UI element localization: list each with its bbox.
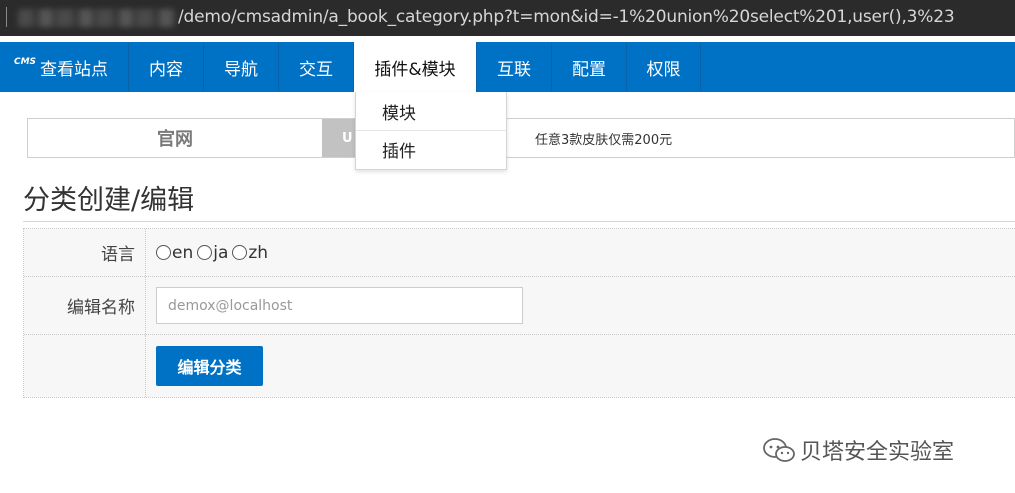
promo-banner[interactable]: 官网 U 任意3款皮肤仅需200元 [27,118,1015,158]
category-name-input[interactable] [156,287,523,324]
radio-ja[interactable]: ja [197,243,228,263]
nav-item-permissions[interactable]: 权限 [627,42,702,92]
edit-category-button[interactable]: 编辑分类 [156,346,263,386]
submit-row: 编辑分类 [24,335,1015,397]
radio-circle-icon[interactable] [197,245,213,260]
wechat-logo-icon [763,438,795,462]
address-bar[interactable]: /demo/cmsadmin/a_book_category.php?t=mon… [0,0,1015,36]
official-site-label[interactable]: 官网 [28,119,322,157]
category-form: 语言 en ja zh 编辑名称 编辑分类 [23,228,1015,398]
radio-ja-label: ja [213,242,229,263]
title-divider [23,221,1015,222]
cms-logo-icon: CMS [14,57,37,67]
language-options: en ja zh [146,229,1015,276]
top-nav: CMS 查看站点 内容 导航 交互 插件&模块 互联 配置 权限 [0,42,1015,92]
radio-en[interactable]: en [156,243,193,263]
nav-item-content[interactable]: 内容 [129,42,205,92]
name-row: 编辑名称 [24,277,1015,335]
language-label: 语言 [24,229,146,276]
name-label: 编辑名称 [24,277,146,334]
empty-label [24,335,146,397]
radio-circle-icon[interactable] [232,245,248,260]
radio-zh-label: zh [248,242,269,263]
plugins-dropdown-menu: 模块 插件 [355,92,507,170]
promo-text[interactable]: 任意3款皮肤仅需200元 [535,119,672,157]
banner-tag: U [322,119,356,157]
nav-item-plugins-modules[interactable]: 插件&模块 [354,42,478,92]
radio-zh[interactable]: zh [232,243,268,263]
language-row: 语言 en ja zh [24,229,1015,277]
url-text[interactable]: /demo/cmsadmin/a_book_category.php?t=mon… [178,7,955,27]
radio-circle-icon[interactable] [156,245,171,260]
wechat-watermark: 贝塔安全实验室 [762,434,954,466]
radio-en-label: en [172,242,194,263]
submit-cell: 编辑分类 [146,335,1015,397]
nav-item-interconnect[interactable]: 互联 [477,42,553,92]
view-site-label: 查看站点 [40,59,109,80]
watermark-text: 贝塔安全实验室 [800,440,955,465]
view-site-link[interactable]: CMS 查看站点 [0,42,130,92]
menu-item-plugins[interactable]: 插件 [356,130,506,168]
nav-item-navigation[interactable]: 导航 [204,42,280,92]
redacted-host [18,9,176,27]
text-cursor [6,7,7,27]
menu-item-modules[interactable]: 模块 [356,92,506,130]
name-cell [146,277,1015,334]
page-title: 分类创建/编辑 [23,185,195,216]
nav-item-interaction[interactable]: 交互 [279,42,355,92]
nav-item-config[interactable]: 配置 [552,42,628,92]
